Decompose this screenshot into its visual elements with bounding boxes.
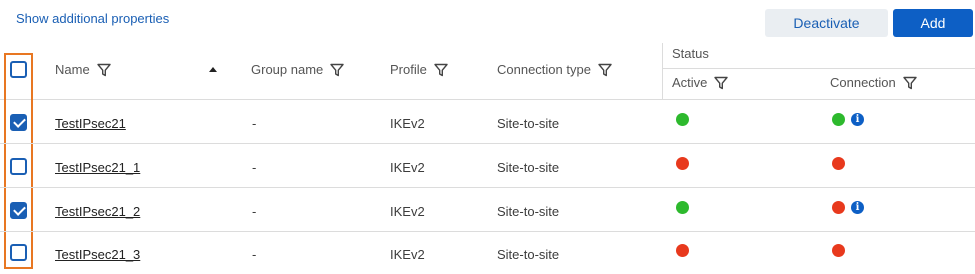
column-header-profile[interactable]: Profile [390,62,448,77]
row-checkbox[interactable] [10,244,27,261]
show-additional-properties-link[interactable]: Show additional properties [16,11,169,26]
connection-name-link[interactable]: TestIPsec21_3 [55,247,140,262]
filter-icon[interactable] [903,76,917,90]
info-icon[interactable]: i [851,113,864,126]
row-divider [0,231,975,232]
row-divider [0,187,975,188]
profile-cell: IKEv2 [390,160,425,175]
row-divider [0,143,975,144]
info-icon[interactable]: i [851,201,864,214]
row-checkbox[interactable] [10,202,27,219]
connection-status-indicator [832,157,845,170]
column-header-name[interactable]: Name [55,62,111,77]
group-name-cell: - [252,204,257,219]
column-group-header-status-label: Status [672,46,709,61]
filter-icon[interactable] [96,63,111,77]
column-header-group-name-label: Group name [251,62,324,77]
filter-icon[interactable] [598,63,612,77]
column-header-connection-type-label: Connection type [497,62,591,77]
column-header-profile-label: Profile [390,62,427,77]
connection-name-link[interactable]: TestIPsec21 [55,116,126,131]
connection-type-cell: Site-to-site [497,160,560,175]
active-status-indicator [676,113,689,126]
connection-type-cell: Site-to-site [497,116,560,131]
filter-icon[interactable] [330,63,344,77]
group-name-cell: - [252,116,257,131]
column-header-active[interactable]: Active [672,75,729,90]
active-status-indicator [676,201,689,214]
active-status-indicator [676,157,689,170]
column-header-connection[interactable]: Connection [830,75,917,90]
select-all-checkbox[interactable] [10,61,27,78]
group-name-cell: - [252,160,257,175]
column-header-connection-label: Connection [830,75,896,90]
column-header-active-label: Active [672,75,708,90]
filter-icon[interactable] [434,63,448,77]
column-group-header-status: Status [672,46,709,61]
active-status-indicator [676,244,689,257]
add-button[interactable]: Add [893,9,973,37]
connection-type-cell: Site-to-site [497,204,560,219]
connection-name-link[interactable]: TestIPsec21_1 [55,160,140,175]
sort-ascending-icon[interactable] [209,67,217,72]
filter-icon[interactable] [714,76,729,90]
status-group-left-divider [662,43,663,99]
column-header-name-label: Name [55,62,90,77]
deactivate-button[interactable]: Deactivate [765,9,888,37]
profile-cell: IKEv2 [390,116,425,131]
connection-name-link[interactable]: TestIPsec21_2 [55,204,140,219]
group-name-cell: - [252,247,257,262]
column-header-connection-type[interactable]: Connection type [497,62,612,77]
connection-status-indicator [832,201,845,214]
connection-status-indicator [832,244,845,257]
connection-status-indicator [832,113,845,126]
profile-cell: IKEv2 [390,247,425,262]
profile-cell: IKEv2 [390,204,425,219]
connection-type-cell: Site-to-site [497,247,560,262]
row-checkbox[interactable] [10,114,27,131]
status-group-divider [663,68,975,69]
header-bottom-divider [0,99,975,100]
column-header-group-name[interactable]: Group name [251,62,344,77]
row-checkbox[interactable] [10,158,27,175]
